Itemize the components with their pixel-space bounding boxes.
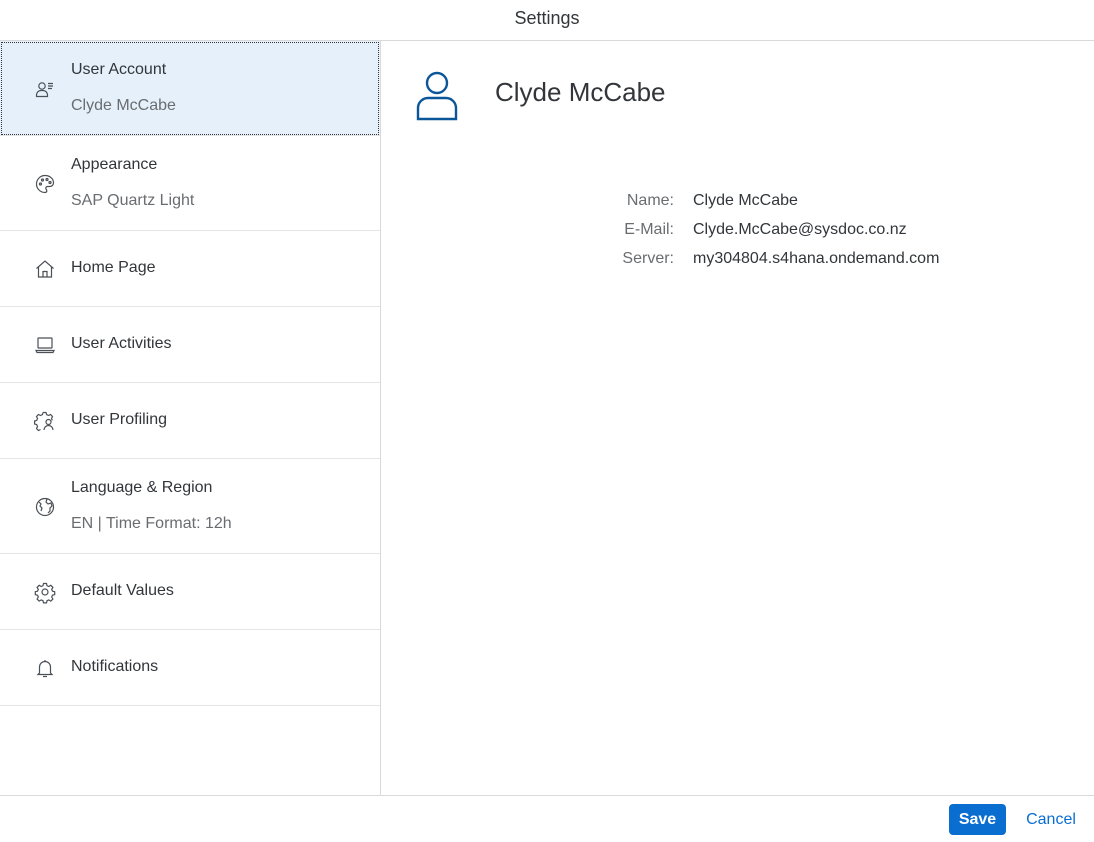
info-value: Clyde.McCabe@sysdoc.co.nz — [693, 221, 907, 238]
user-display-name: Clyde McCabe — [495, 77, 666, 107]
sidebar-item-home-page[interactable]: Home Page — [0, 231, 380, 307]
sidebar-item-language-region[interactable]: Language & Region EN | Time Format: 12h — [0, 459, 380, 554]
dialog-header: Settings — [0, 0, 1094, 41]
sidebar-item-label: User Activities — [71, 335, 172, 352]
info-row-email: E-Mail: Clyde.McCabe@sysdoc.co.nz — [381, 221, 1094, 243]
sidebar-item-label: Home Page — [71, 259, 156, 276]
sidebar-item-subtitle: Clyde McCabe — [71, 97, 176, 114]
info-row-server: Server: my304804.s4hana.ondemand.com — [381, 250, 1094, 272]
sidebar-item-subtitle: EN | Time Format: 12h — [71, 515, 232, 532]
sidebar-item-appearance[interactable]: Appearance SAP Quartz Light — [0, 136, 380, 231]
user-account-panel: Clyde McCabe Name: Clyde McCabe E-Mail: … — [381, 41, 1094, 795]
settings-sidebar: User Account Clyde McCabe Appearance SAP… — [0, 41, 381, 795]
user-avatar-icon — [415, 69, 459, 121]
palette-icon — [33, 172, 57, 196]
sidebar-item-user-activities[interactable]: User Activities — [0, 307, 380, 383]
info-label: Name: — [626, 192, 674, 209]
dialog-footer: Save Cancel — [0, 795, 1094, 842]
globe-icon — [33, 495, 57, 519]
cancel-button[interactable]: Cancel — [1018, 804, 1084, 835]
info-value: Clyde McCabe — [693, 192, 798, 209]
sidebar-item-label: Notifications — [71, 658, 159, 675]
sidebar-item-notifications[interactable]: Notifications — [0, 630, 380, 706]
sidebar-item-label: User Account — [71, 61, 167, 78]
info-value: my304804.s4hana.ondemand.com — [693, 250, 940, 267]
sidebar-item-subtitle: SAP Quartz Light — [71, 192, 195, 209]
home-icon — [33, 257, 57, 281]
sidebar-item-default-values[interactable]: Default Values — [0, 554, 380, 630]
dialog-title: Settings — [514, 8, 580, 28]
info-label: E-Mail: — [624, 221, 674, 238]
bell-icon — [33, 656, 57, 680]
sidebar-item-user-profiling[interactable]: User Profiling — [0, 383, 380, 459]
info-label: Server: — [622, 250, 674, 267]
save-button[interactable]: Save — [949, 804, 1006, 835]
user-settings-icon — [33, 409, 57, 433]
sidebar-item-label: Language & Region — [71, 479, 213, 496]
sidebar-item-label: Appearance — [71, 156, 158, 173]
sidebar-item-label: User Profiling — [71, 411, 168, 428]
sidebar-item-user-account[interactable]: User Account Clyde McCabe — [0, 41, 380, 136]
sidebar-item-label: Default Values — [71, 582, 174, 599]
info-row-name: Name: Clyde McCabe — [381, 192, 1094, 214]
laptop-icon — [33, 333, 57, 357]
user-account-icon — [33, 77, 57, 101]
gear-icon — [33, 580, 57, 604]
